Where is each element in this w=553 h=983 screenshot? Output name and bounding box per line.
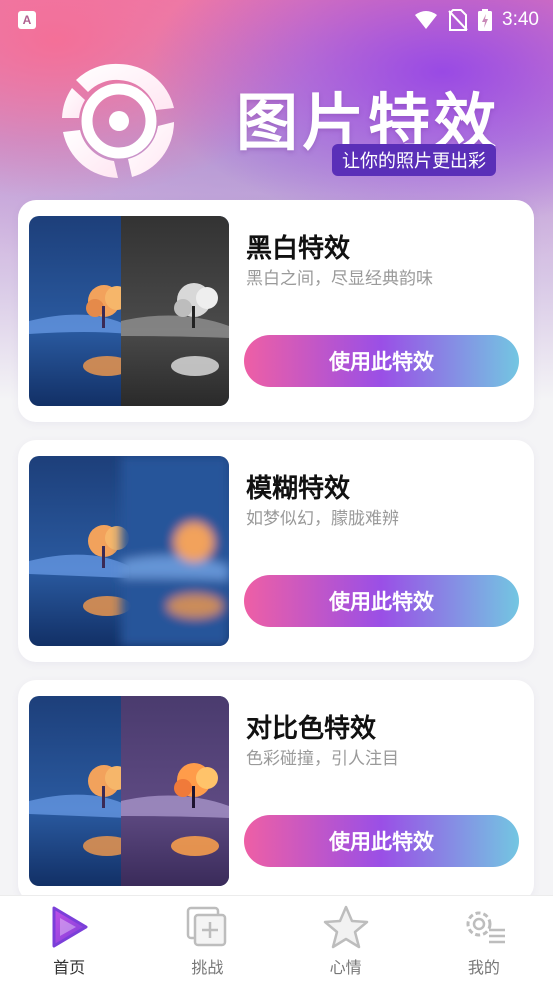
use-contrast-effect-button[interactable]: 使用此特效 (244, 815, 519, 867)
effect-subtitle: 如梦似幻，朦胧难辨 (246, 509, 399, 529)
star-icon (323, 905, 368, 949)
add-square-icon (187, 906, 227, 947)
tagline-badge: 让你的照片更出彩 (332, 144, 496, 176)
tab-label: 挑战 (191, 958, 224, 977)
tab-label: 心情 (329, 958, 362, 977)
tab-label: 我的 (467, 958, 500, 977)
effect-preview-image (29, 696, 229, 886)
effect-card-black-white: 黑白特效 黑白之间，尽显经典韵味 使用此特效 (18, 200, 534, 422)
effect-preview-image (29, 216, 229, 406)
wifi-icon (415, 11, 438, 29)
tab-label: 首页 (53, 958, 86, 977)
tab-mine[interactable]: 我的 (415, 896, 553, 983)
settings-icon (466, 911, 505, 944)
tab-home[interactable]: 首页 (0, 896, 138, 983)
bottom-tab-bar: 首页 挑战 心情 我的 (0, 895, 553, 983)
effect-card-contrast: 对比色特效 色彩碰撞，引人注目 使用此特效 (18, 680, 534, 902)
app-notification-icon: A (18, 11, 36, 29)
effect-preview-image (29, 456, 229, 646)
app-logo-icon (62, 63, 174, 178)
use-black-white-effect-button[interactable]: 使用此特效 (244, 335, 519, 387)
status-bar: A 3:40 (0, 0, 553, 40)
effect-subtitle: 色彩碰撞，引人注目 (246, 749, 399, 769)
no-sim-icon (448, 9, 468, 31)
effect-card-blur: 模糊特效 如梦似幻，朦胧难辨 使用此特效 (18, 440, 534, 662)
status-time: 3:40 (502, 9, 539, 30)
effect-title: 黑白特效 (246, 234, 351, 264)
tab-mood[interactable]: 心情 (277, 896, 415, 983)
effect-title: 对比色特效 (246, 714, 377, 744)
battery-charging-icon (478, 9, 493, 31)
effect-subtitle: 黑白之间，尽显经典韵味 (246, 269, 433, 289)
tab-challenge[interactable]: 挑战 (138, 896, 276, 983)
play-icon (52, 906, 88, 948)
effect-title: 模糊特效 (246, 474, 351, 504)
use-blur-effect-button[interactable]: 使用此特效 (244, 575, 519, 627)
